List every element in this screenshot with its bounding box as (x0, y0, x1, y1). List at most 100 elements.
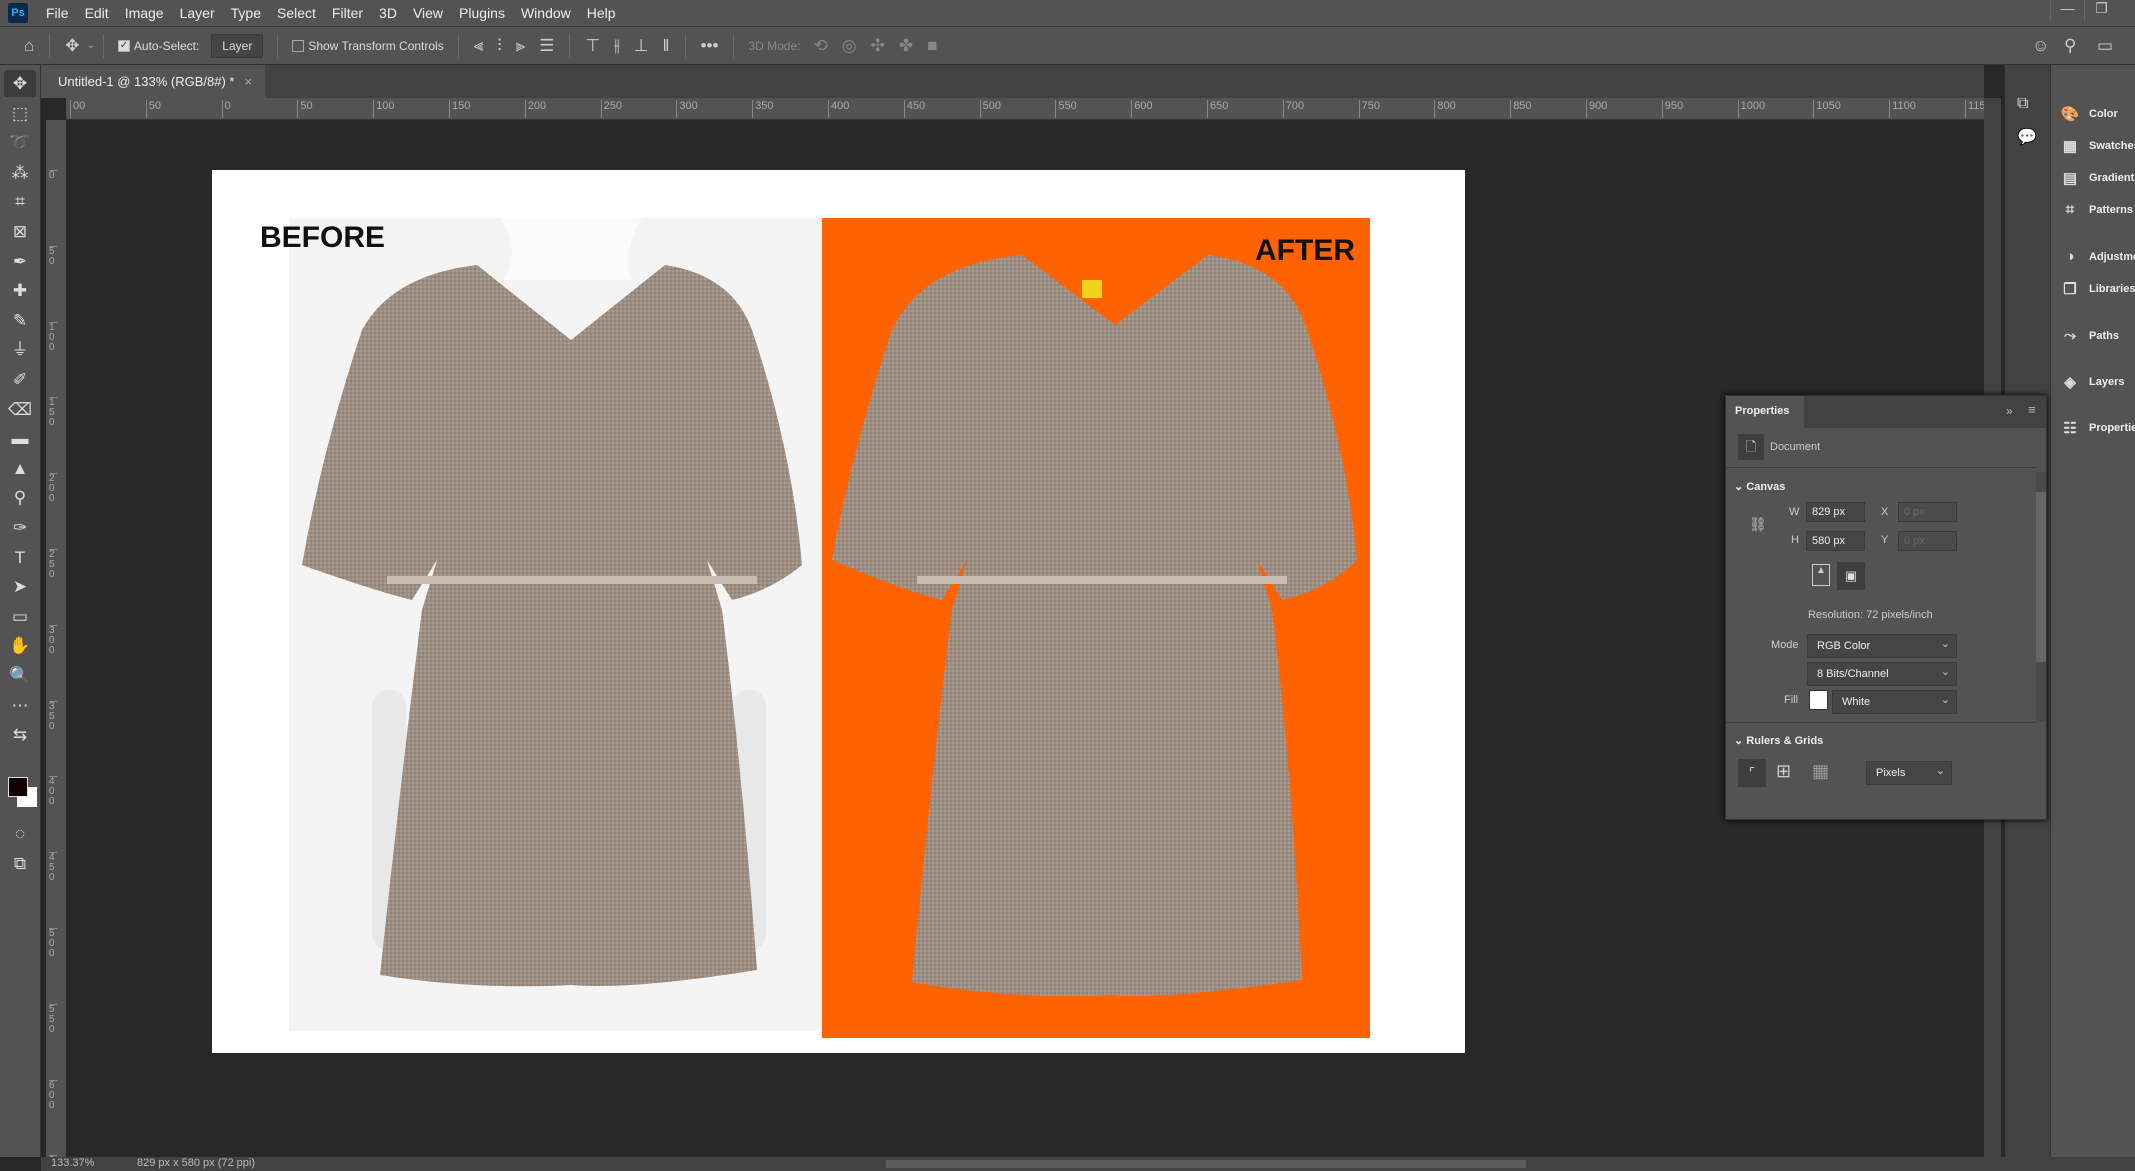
menu-3d[interactable]: 3D (371, 5, 405, 21)
search-icon[interactable]: ⚲ (2064, 36, 2076, 56)
menu-image[interactable]: Image (117, 5, 172, 21)
magic-wand-tool-icon[interactable]: ⁂ (4, 159, 36, 186)
menu-filter[interactable]: Filter (324, 5, 371, 21)
restore-icon[interactable]: ❐ (2084, 0, 2118, 22)
zoom-level[interactable]: 133.37% (51, 1157, 94, 1169)
document-canvas[interactable]: BEFORE AFTER (212, 170, 1465, 1053)
grid-toggle-icon[interactable]: ⊞ (1776, 761, 1791, 782)
portrait-orientation-button[interactable]: ▲ (1812, 564, 1830, 586)
pen-tool-icon[interactable]: ✑ (4, 514, 36, 541)
panel-gradients[interactable]: ▤ Gradients (2059, 169, 2135, 187)
align-top-icon[interactable]: ⊤ (585, 36, 600, 56)
guides-toggle-icon[interactable]: ▦ (1812, 761, 1829, 782)
path-selection-tool-icon[interactable]: ➤ (4, 573, 36, 600)
link-dimensions-icon[interactable]: ⛓ (1749, 516, 1767, 533)
comments-icon[interactable]: 💬 (2017, 127, 2037, 147)
landscape-orientation-button[interactable]: ▣ (1837, 562, 1865, 590)
foreground-color-swatch[interactable] (8, 777, 28, 797)
x-input[interactable]: 0 px (1898, 502, 1957, 522)
hand-tool-icon[interactable]: ✋ (4, 632, 36, 659)
panel-menu-icon[interactable]: ≡ (2028, 402, 2036, 417)
y-input[interactable]: 0 px (1898, 531, 1957, 551)
marquee-tool-icon[interactable]: ⬚ (4, 100, 36, 127)
healing-tool-icon[interactable]: ✚ (4, 277, 36, 304)
drag-3d-icon[interactable]: ✣ (871, 36, 885, 56)
brush-tool-icon[interactable]: ✎ (4, 307, 36, 334)
align-center-icon[interactable]: ⫶ (497, 36, 501, 56)
zoom-tool-icon[interactable]: 🔍 (4, 662, 36, 689)
height-input[interactable]: 580 px (1806, 531, 1865, 551)
gradient-tool-icon[interactable]: ▬ (4, 425, 36, 452)
panel-color[interactable]: 🎨 Color (2059, 105, 2118, 123)
menu-help[interactable]: Help (579, 5, 624, 21)
eraser-tool-icon[interactable]: ⌫ (4, 396, 36, 423)
dodge-tool-icon[interactable]: ⚲ (4, 484, 36, 511)
frame-tool-icon[interactable]: ⊠ (4, 218, 36, 245)
camera-3d-icon[interactable]: ■ (927, 36, 937, 56)
distribute-vertical-icon[interactable]: ‖ (663, 36, 670, 56)
show-transform-checkbox[interactable]: Show Transform Controls (292, 39, 444, 53)
align-right-icon[interactable]: ⫸ (516, 36, 526, 56)
align-middle-icon[interactable]: ⫲ (614, 36, 620, 56)
panel-properties[interactable]: ☷ Properties (2059, 419, 2135, 437)
type-tool-icon[interactable]: T (4, 544, 36, 571)
crop-tool-icon[interactable]: ⌗ (4, 188, 36, 215)
roll-3d-icon[interactable]: ◎ (842, 36, 857, 56)
panel-patterns[interactable]: ⌗ Patterns (2059, 201, 2133, 218)
properties-scrollbar[interactable] (2036, 472, 2046, 722)
panel-libraries[interactable]: ❐ Libraries (2059, 280, 2135, 298)
rectangle-tool-icon[interactable]: ▭ (4, 603, 36, 630)
screen-mode-icon[interactable]: ⧉ (4, 850, 36, 877)
properties-tab[interactable]: Properties (1726, 396, 1804, 428)
stamp-tool-icon[interactable]: ⏚ (4, 336, 36, 363)
history-icon[interactable]: ⧉ (2017, 95, 2028, 113)
panel-adjustments[interactable]: ◑ Adjustments (2059, 248, 2135, 265)
canvas-section-toggle[interactable]: ⌄ Canvas (1734, 480, 1785, 493)
menu-type[interactable]: Type (223, 5, 269, 21)
minimize-icon[interactable]: — (2050, 0, 2084, 22)
quick-mask-icon[interactable]: ◌ (4, 820, 36, 847)
fill-select[interactable]: White (1832, 690, 1957, 714)
distribute-icon[interactable]: ☰ (539, 36, 554, 56)
workspace-icon[interactable]: ▭ (2097, 36, 2113, 56)
panel-layers[interactable]: ◈ Layers (2059, 373, 2124, 391)
orbit-3d-icon[interactable]: ⟲ (813, 36, 827, 56)
eyedropper-tool-icon[interactable]: ✒ (4, 248, 36, 275)
menu-view[interactable]: View (405, 5, 451, 21)
collapse-panel-icon[interactable]: » (2006, 404, 2013, 418)
horizontal-scrollbar[interactable] (886, 1160, 1526, 1168)
menu-window[interactable]: Window (513, 5, 579, 21)
panel-swatches[interactable]: ▦ Swatches (2059, 137, 2135, 155)
history-brush-tool-icon[interactable]: ✐ (4, 366, 36, 393)
fill-color-swatch[interactable] (1809, 690, 1828, 710)
menu-file[interactable]: File (38, 5, 77, 21)
align-bottom-icon[interactable]: ⊥ (634, 36, 649, 56)
align-left-icon[interactable]: ⫷ (474, 36, 484, 56)
swap-colors-icon[interactable]: ⇆ (4, 721, 36, 748)
menu-select[interactable]: Select (269, 5, 324, 21)
auto-select-checkbox[interactable]: ✓ Auto-Select: (117, 39, 199, 53)
share-user-icon[interactable]: ☺ (2032, 36, 2049, 56)
ruler-toggle-icon[interactable]: ⌜ (1738, 759, 1766, 787)
lasso-tool-icon[interactable]: ➰ (4, 129, 36, 156)
more-tools-icon[interactable]: ⋯ (4, 692, 36, 719)
close-tab-icon[interactable]: × (245, 74, 253, 89)
mode-select[interactable]: RGB Color (1807, 634, 1957, 658)
blur-tool-icon[interactable]: ▲ (4, 455, 36, 482)
menu-layer[interactable]: Layer (172, 5, 223, 21)
menu-edit[interactable]: Edit (77, 5, 117, 21)
move-tool-icon[interactable]: ✥ (65, 36, 79, 56)
more-options-icon[interactable]: ••• (701, 36, 719, 56)
rulers-grids-toggle[interactable]: ⌄ Rulers & Grids (1734, 734, 1823, 747)
layer-select[interactable]: Layer (211, 33, 264, 58)
width-input[interactable]: 829 px (1806, 502, 1865, 522)
panel-paths[interactable]: ⤳ Paths (2059, 327, 2119, 344)
menu-plugins[interactable]: Plugins (451, 5, 513, 21)
document-tab[interactable]: Untitled-1 @ 133% (RGB/8#) * × (41, 65, 265, 98)
bit-depth-select[interactable]: 8 Bits/Channel (1807, 662, 1957, 686)
move-tool-icon[interactable]: ✥ (4, 70, 36, 97)
ruler-label: 00 (70, 100, 85, 118)
slide-3d-icon[interactable]: ✤ (899, 36, 913, 56)
home-icon[interactable]: ⌂ (24, 36, 34, 56)
ruler-units-select[interactable]: Pixels (1866, 761, 1952, 785)
